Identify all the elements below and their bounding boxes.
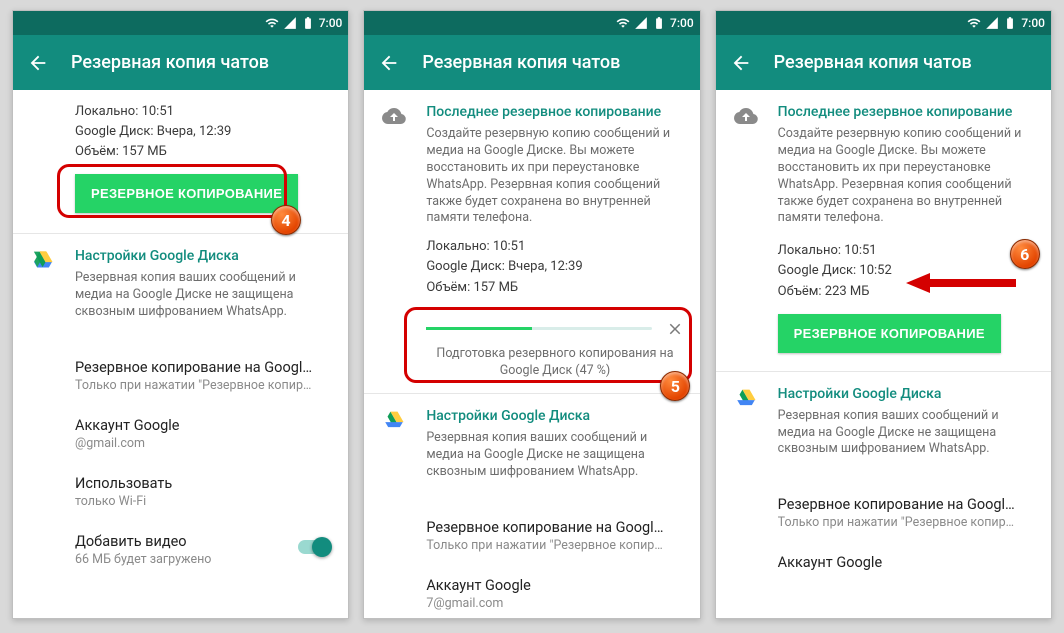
cloud-upload-icon (734, 104, 758, 128)
backup-button[interactable]: РЕЗЕРВНОЕ КОПИРОВАНИЕ (75, 174, 298, 213)
backup-size: Объём: 157 МБ (426, 278, 683, 298)
back-arrow-icon[interactable] (378, 52, 400, 74)
setting-account[interactable]: Аккаунт Google (716, 542, 1051, 583)
gdrive-backup-time: Google Диск: Вчера, 12:39 (75, 122, 332, 142)
gdrive-settings-desc: Резервная копия ваших сообщений и медиа … (426, 430, 683, 481)
backup-size: Объём: 223 МБ (778, 282, 1035, 302)
gdrive-settings-section: Настройки Google Диска Резервная копия в… (13, 234, 348, 347)
battery-icon (1003, 16, 1017, 30)
gdrive-backup-time: Google Диск: 10:52 (778, 261, 1035, 281)
app-bar: Резервная копия чатов (716, 35, 1051, 90)
setting-sub: 66 МБ будет загружено (75, 552, 332, 567)
status-bar: 7:00 (13, 11, 348, 35)
page-title: Резервная копия чатов (774, 52, 972, 73)
setting-sub: @gmail.com (75, 436, 332, 451)
scroll-content: Последнее резервное копирование Создайте… (716, 90, 1051, 618)
wifi-icon (616, 16, 630, 30)
last-backup-desc: Создайте резервную копию сообщений и мед… (778, 126, 1035, 227)
local-backup-time: Локально: 10:51 (778, 241, 1035, 261)
status-bar: 7:00 (364, 11, 699, 35)
signal-icon (985, 16, 999, 30)
status-bar: 7:00 (716, 11, 1051, 35)
setting-backup-target[interactable]: Резервное копирование на Googl… Только п… (716, 484, 1051, 542)
back-arrow-icon[interactable] (730, 52, 752, 74)
gdrive-settings-section: Настройки Google Диска Резервная копия в… (716, 372, 1051, 485)
battery-icon (301, 16, 315, 30)
backup-progress: Подготовка резервного копирования на Goo… (426, 312, 683, 388)
gdrive-settings-desc: Резервная копия ваших сообщений и медиа … (75, 270, 332, 321)
setting-sub: только Wi-Fi (75, 494, 332, 509)
signal-icon (283, 16, 297, 30)
phone-screen-1: 7:00 Резервная копия чатов Локально: 10:… (12, 10, 349, 619)
local-backup-time: Локально: 10:51 (426, 237, 683, 257)
gdrive-icon (734, 386, 758, 471)
status-time: 7:00 (319, 16, 343, 30)
backup-button[interactable]: РЕЗЕРВНОЕ КОПИРОВАНИЕ (778, 314, 1001, 353)
setting-backup-target[interactable]: Резервное копирование на Googl… Только п… (364, 507, 699, 565)
gdrive-settings-header: Настройки Google Диска (426, 408, 683, 424)
progress-text: Подготовка резервного копирования на Goo… (426, 346, 683, 380)
setting-include-video[interactable]: Добавить видео 66 МБ будет загружено (13, 521, 348, 579)
setting-title: Резервное копирование на Googl… (426, 519, 683, 536)
setting-sub: Только при нажатии "Резервное копир… (75, 378, 332, 393)
phone-screen-3: 7:00 Резервная копия чатов Последнее рез… (715, 10, 1052, 619)
setting-title: Добавить видео (75, 533, 332, 550)
phone-screen-2: 7:00 Резервная копия чатов Последнее рез… (363, 10, 700, 619)
gdrive-icon (31, 248, 55, 333)
setting-account[interactable]: Аккаунт Google 7@gmail.com (364, 565, 699, 618)
toggle-switch[interactable] (298, 537, 332, 557)
setting-title: Аккаунт Google (426, 577, 683, 594)
battery-icon (652, 16, 666, 30)
gdrive-settings-desc: Резервная копия ваших сообщений и медиа … (778, 408, 1035, 459)
setting-title: Использовать (75, 475, 332, 492)
wifi-icon (265, 16, 279, 30)
cancel-progress-icon[interactable] (666, 320, 684, 338)
setting-sub: Только при нажатии "Резервное копир… (778, 515, 1035, 530)
gdrive-icon (382, 408, 406, 493)
app-bar: Резервная копия чатов (364, 35, 699, 90)
gdrive-settings-header: Настройки Google Диска (778, 386, 1035, 402)
gdrive-settings-header: Настройки Google Диска (75, 248, 332, 264)
scroll-content: Последнее резервное копирование Создайте… (364, 90, 699, 618)
last-backup-header: Последнее резервное копирование (778, 104, 1035, 120)
setting-sub: Только при нажатии "Резервное копир… (426, 538, 683, 553)
setting-title: Резервное копирование на Googl… (778, 496, 1035, 513)
gdrive-backup-time: Google Диск: Вчера, 12:39 (426, 257, 683, 277)
setting-network[interactable]: Использовать только Wi-Fi (13, 463, 348, 521)
backup-size: Объём: 157 МБ (75, 142, 332, 162)
signal-icon (634, 16, 648, 30)
setting-sub: 7@gmail.com (426, 596, 683, 611)
last-backup-section: Последнее резервное копирование Создайте… (716, 90, 1051, 371)
page-title: Резервная копия чатов (422, 52, 620, 73)
wifi-icon (967, 16, 981, 30)
last-backup-desc: Создайте резервную копию сообщений и мед… (426, 126, 683, 227)
last-backup-header: Последнее резервное копирование (426, 104, 683, 120)
status-time: 7:00 (670, 16, 694, 30)
scroll-content: Локально: 10:51 Google Диск: Вчера, 12:3… (13, 90, 348, 618)
gdrive-settings-section: Настройки Google Диска Резервная копия в… (364, 394, 699, 507)
back-arrow-icon[interactable] (27, 52, 49, 74)
setting-account[interactable]: Аккаунт Google @gmail.com (13, 405, 348, 463)
cloud-upload-icon (382, 104, 406, 128)
app-bar: Резервная копия чатов (13, 35, 348, 90)
setting-title: Резервное копирование на Googl… (75, 359, 332, 376)
last-backup-section: Последнее резервное копирование Создайте… (364, 90, 699, 393)
page-title: Резервная копия чатов (71, 52, 269, 73)
backup-info-section: Локально: 10:51 Google Диск: Вчера, 12:3… (13, 90, 348, 233)
local-backup-time: Локально: 10:51 (75, 102, 332, 122)
setting-backup-target[interactable]: Резервное копирование на Googl… Только п… (13, 347, 348, 405)
setting-title: Аккаунт Google (778, 554, 1035, 571)
status-time: 7:00 (1021, 16, 1045, 30)
setting-title: Аккаунт Google (75, 417, 332, 434)
